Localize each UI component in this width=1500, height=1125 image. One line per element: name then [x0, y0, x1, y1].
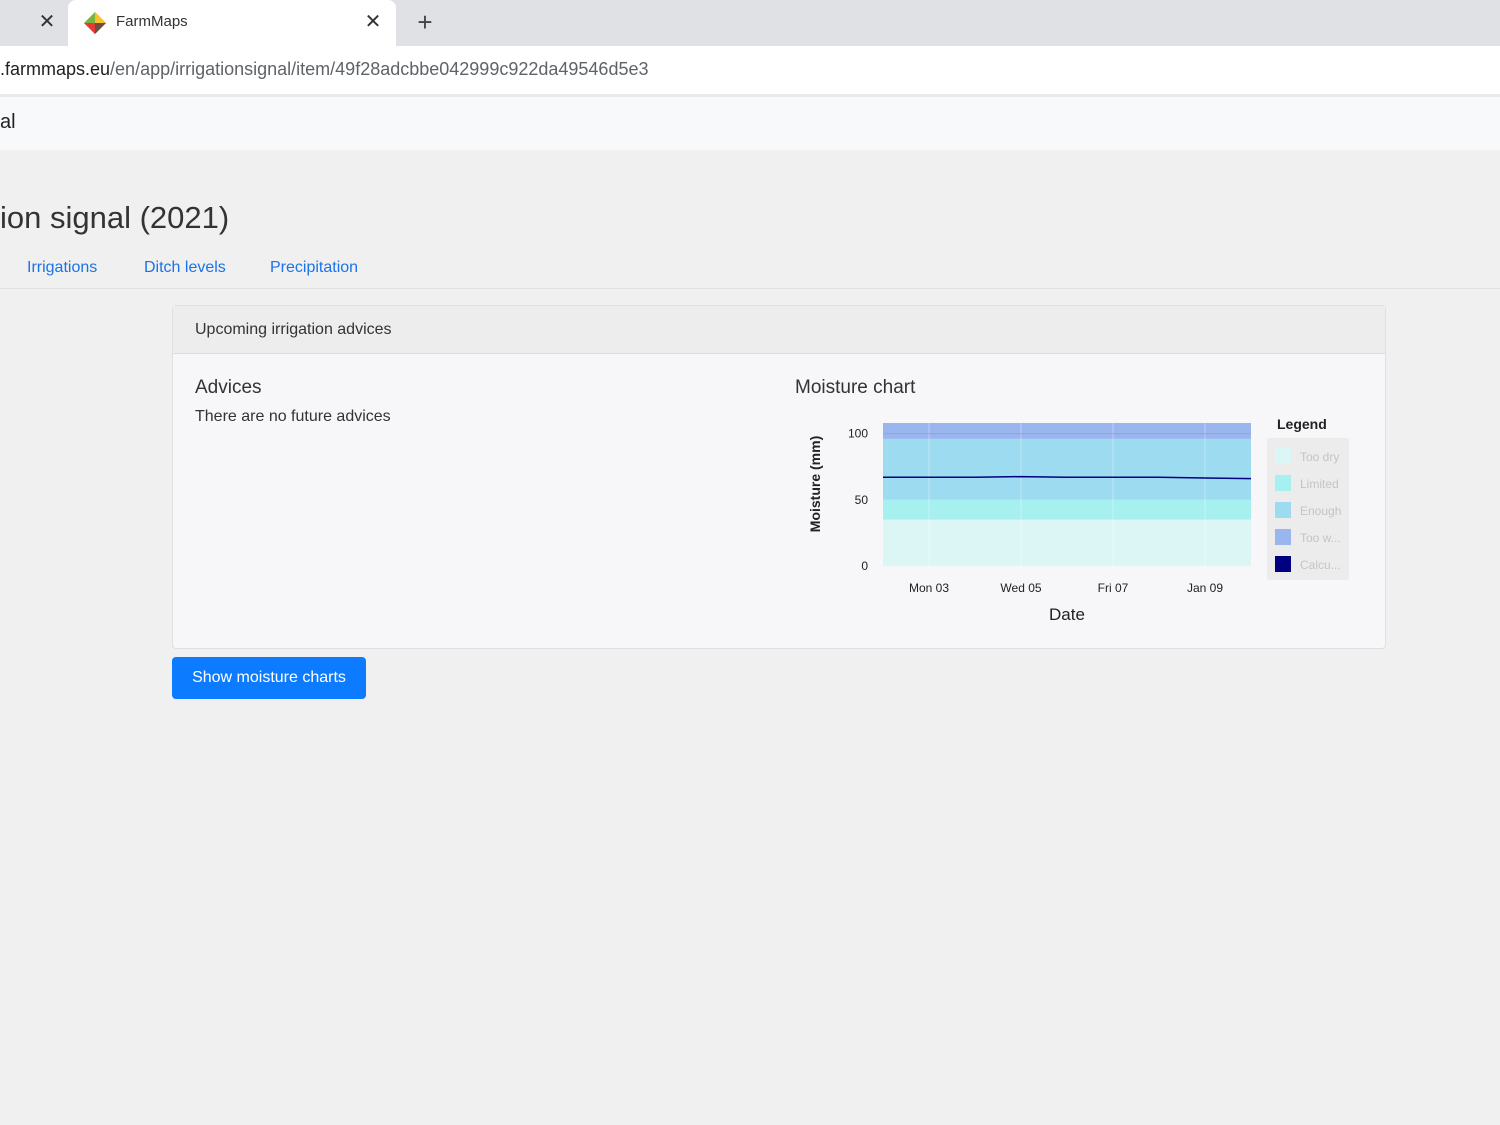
advices-heading: Advices	[195, 377, 262, 398]
tab-title: FarmMaps	[116, 13, 188, 30]
app-navbar-title[interactable]: al	[0, 111, 16, 134]
y-axis-label: Moisture (mm)	[807, 436, 823, 532]
moisture-chart-heading: Moisture chart	[795, 377, 916, 398]
advices-empty-text: There are no future advices	[195, 408, 391, 425]
x-tick-label: Jan 09	[1187, 581, 1223, 595]
legend-title: Legend	[1277, 416, 1327, 432]
moisture-chart[interactable]: 0 50 100 Mon 03 Wed 05 Fri 07 Jan 09 Moisture…	[795, 404, 1355, 634]
browser-tab-farmmaps[interactable]: FarmMaps ✕	[68, 0, 396, 46]
new-tab-plus-icon[interactable]: +	[412, 8, 438, 36]
legend-label-too-dry: Too dry	[1300, 450, 1339, 464]
legend-swatch-too-wet	[1275, 529, 1291, 545]
close-previous-tab-icon[interactable]: ✕	[36, 10, 58, 34]
card-header: Upcoming irrigation advices	[173, 306, 1385, 354]
x-tick-label: Mon 03	[909, 581, 949, 595]
app-navbar: al	[0, 97, 1500, 150]
band-too-dry	[883, 519, 1251, 566]
y-tick-label: 100	[848, 427, 868, 441]
tab-precipitation[interactable]: Precipitation	[270, 259, 358, 277]
band-limited	[883, 499, 1251, 520]
legend-swatch-enough	[1275, 502, 1291, 518]
browser-tab-bar: ✕ FarmMaps ✕ +	[0, 0, 1500, 46]
band-enough	[883, 438, 1251, 500]
legend-swatch-limited	[1275, 475, 1291, 491]
y-tick-label: 0	[861, 559, 868, 573]
legend-swatch-calculated	[1275, 556, 1291, 572]
legend-label-limited: Limited	[1300, 477, 1339, 491]
show-moisture-charts-button[interactable]: Show moisture charts	[172, 657, 366, 699]
address-bar[interactable]: .farmmaps.eu/en/app/irrigationsignal/ite…	[0, 46, 1500, 97]
tab-irrigations[interactable]: Irrigations	[27, 259, 97, 277]
farmmaps-favicon-icon	[84, 12, 106, 34]
tab-ditch-levels[interactable]: Ditch levels	[144, 259, 226, 277]
url-host: .farmmaps.eu	[0, 59, 111, 79]
section-tabs: Irrigations Ditch levels Precipitation	[0, 256, 1500, 289]
url-text[interactable]: .farmmaps.eu/en/app/irrigationsignal/ite…	[0, 59, 648, 80]
page-title: ion signal (2021)	[0, 200, 230, 235]
x-axis-label: Date	[1049, 605, 1085, 624]
chart-legend: Legend Too dry Limited Enough Too w... Calcu…	[1267, 416, 1349, 580]
legend-swatch-too-dry	[1275, 448, 1291, 464]
legend-label-calculated: Calcu...	[1300, 558, 1341, 572]
x-tick-label: Wed 05	[1000, 581, 1041, 595]
url-path: /en/app/irrigationsignal/item/49f28adcbb…	[110, 59, 649, 79]
irrigation-advice-card: Upcoming irrigation advices Advices Ther…	[172, 305, 1386, 649]
y-tick-label: 50	[855, 493, 869, 507]
legend-label-too-wet: Too w...	[1300, 531, 1341, 545]
x-tick-label: Fri 07	[1098, 581, 1129, 595]
legend-label-enough: Enough	[1300, 504, 1341, 518]
card-header-title: Upcoming irrigation advices	[195, 321, 392, 338]
band-too-wet	[883, 423, 1251, 439]
close-tab-icon[interactable]: ✕	[362, 10, 384, 34]
